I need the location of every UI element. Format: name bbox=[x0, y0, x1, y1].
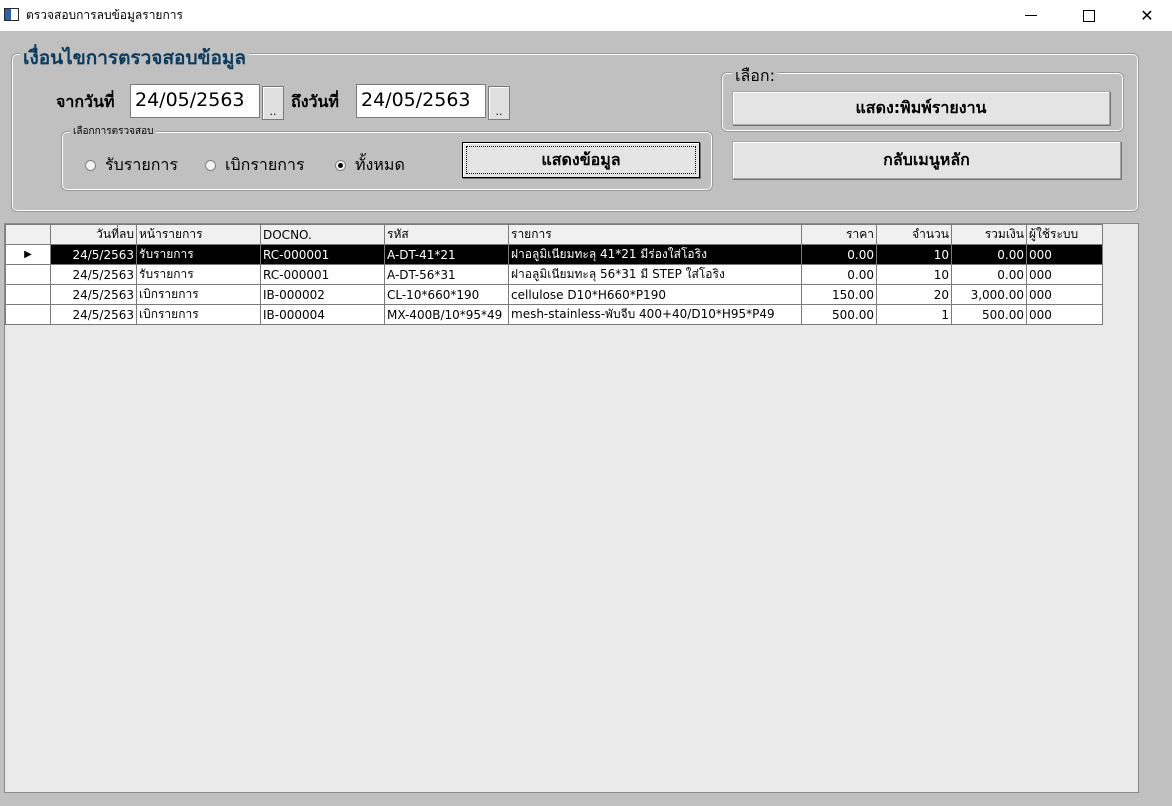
data-grid[interactable]: วันที่ลบ หน้ารายการ DOCNO. รหัส รายการ ร… bbox=[4, 223, 1139, 793]
column-header[interactable]: รวมเงิน bbox=[951, 224, 1027, 245]
cell-user[interactable]: 000 bbox=[1026, 284, 1103, 305]
maximize-icon bbox=[1083, 9, 1095, 22]
check-type-legend: เลือกการตรวจสอบ bbox=[70, 124, 157, 139]
main-menu-button[interactable]: กลับเมนูหลัก bbox=[732, 141, 1121, 179]
cell-item[interactable]: cellulose D10*H660*P190 bbox=[508, 284, 802, 305]
current-row-arrow-icon: ▶ bbox=[5, 244, 51, 265]
cell-date[interactable]: 24/5/2563 bbox=[50, 304, 137, 325]
column-header[interactable]: รายการ bbox=[508, 224, 802, 245]
cell-page[interactable]: เบิกรายการ bbox=[136, 304, 261, 325]
radio-dot-selected-icon bbox=[335, 160, 346, 171]
select-legend: เลือก: bbox=[732, 64, 778, 89]
minimize-icon bbox=[1025, 15, 1037, 16]
column-header[interactable]: ผู้ใช้ระบบ bbox=[1026, 224, 1103, 245]
cell-docno[interactable]: RC-000001 bbox=[260, 244, 385, 265]
maximize-button[interactable] bbox=[1067, 0, 1111, 31]
cell-total[interactable]: 0.00 bbox=[951, 244, 1027, 265]
cell-code[interactable]: CL-10*660*190 bbox=[384, 284, 509, 305]
cell-page[interactable]: เบิกรายการ bbox=[136, 284, 261, 305]
cell-total[interactable]: 0.00 bbox=[951, 264, 1027, 285]
cell-item[interactable]: mesh-stainless-พับจีบ 400+40/D10*H95*P49 bbox=[508, 304, 802, 325]
radio-dot-icon bbox=[85, 160, 96, 171]
to-date-picker-button[interactable]: .. bbox=[488, 86, 510, 120]
cell-user[interactable]: 000 bbox=[1026, 244, 1103, 265]
radio-all[interactable]: ทั้งหมด bbox=[335, 153, 405, 178]
radio-withdraw[interactable]: เบิกรายการ bbox=[205, 153, 305, 178]
cell-docno[interactable]: IB-000002 bbox=[260, 284, 385, 305]
table-row[interactable]: ▶ 24/5/2563 รับรายการ RC-000001 A-DT-41*… bbox=[5, 244, 1103, 265]
cell-price[interactable]: 0.00 bbox=[801, 264, 877, 285]
cell-item[interactable]: ฝาอลูมิเนียมทะลุ 41*21 มีร่องใส่โอริง bbox=[508, 244, 802, 265]
from-date-input[interactable]: 24/05/2563 bbox=[130, 84, 260, 118]
cell-user[interactable]: 000 bbox=[1026, 264, 1103, 285]
from-date-label: จากวันที่ bbox=[56, 92, 115, 111]
data-table: วันที่ลบ หน้ารายการ DOCNO. รหัส รายการ ร… bbox=[5, 224, 1103, 325]
cell-docno[interactable]: RC-000001 bbox=[260, 264, 385, 285]
close-icon: ✕ bbox=[1140, 6, 1154, 25]
title-bar: ตรวจสอบการลบข้อมูลรายการ ✕ bbox=[0, 0, 1172, 31]
column-header[interactable]: จำนวน bbox=[876, 224, 952, 245]
row-indicator[interactable] bbox=[5, 304, 51, 325]
column-header[interactable]: รหัส bbox=[384, 224, 509, 245]
print-report-button[interactable]: แสดง:พิมพ์รายงาน bbox=[732, 91, 1110, 125]
cell-qty[interactable]: 1 bbox=[876, 304, 952, 325]
cell-total[interactable]: 500.00 bbox=[951, 304, 1027, 325]
radio-receive[interactable]: รับรายการ bbox=[85, 153, 178, 178]
cell-user[interactable]: 000 bbox=[1026, 304, 1103, 325]
cell-page[interactable]: รับรายการ bbox=[136, 244, 261, 265]
to-date-input[interactable]: 24/05/2563 bbox=[356, 84, 486, 118]
column-header[interactable]: DOCNO. bbox=[260, 224, 385, 245]
cell-qty[interactable]: 10 bbox=[876, 244, 952, 265]
column-header[interactable]: ราคา bbox=[801, 224, 877, 245]
header-row: วันที่ลบ หน้ารายการ DOCNO. รหัส รายการ ร… bbox=[5, 224, 1103, 245]
radio-dot-icon bbox=[205, 160, 216, 171]
cell-qty[interactable]: 20 bbox=[876, 284, 952, 305]
cell-code[interactable]: A-DT-41*21 bbox=[384, 244, 509, 265]
cell-page[interactable]: รับรายการ bbox=[136, 264, 261, 285]
radio-receive-label: รับรายการ bbox=[105, 155, 178, 174]
row-indicator-header bbox=[5, 224, 51, 245]
column-header[interactable]: วันที่ลบ bbox=[50, 224, 137, 245]
cell-price[interactable]: 150.00 bbox=[801, 284, 877, 305]
cell-docno[interactable]: IB-000004 bbox=[260, 304, 385, 325]
radio-withdraw-label: เบิกรายการ bbox=[225, 155, 305, 174]
to-date-label: ถึงวันที่ bbox=[291, 92, 339, 111]
table-row[interactable]: 24/5/2563 รับรายการ RC-000001 A-DT-56*31… bbox=[5, 264, 1103, 285]
cell-total[interactable]: 3,000.00 bbox=[951, 284, 1027, 305]
cell-date[interactable]: 24/5/2563 bbox=[50, 264, 137, 285]
cell-price[interactable]: 500.00 bbox=[801, 304, 877, 325]
table-row[interactable]: 24/5/2563 เบิกรายการ IB-000004 MX-400B/1… bbox=[5, 304, 1103, 325]
cell-price[interactable]: 0.00 bbox=[801, 244, 877, 265]
cell-date[interactable]: 24/5/2563 bbox=[50, 284, 137, 305]
cell-qty[interactable]: 10 bbox=[876, 264, 952, 285]
minimize-button[interactable] bbox=[1009, 0, 1053, 31]
table-row[interactable]: 24/5/2563 เบิกรายการ IB-000002 CL-10*660… bbox=[5, 284, 1103, 305]
radio-all-label: ทั้งหมด bbox=[355, 155, 405, 174]
row-indicator[interactable] bbox=[5, 264, 51, 285]
cell-code[interactable]: MX-400B/10*95*49 bbox=[384, 304, 509, 325]
condition-legend: เงื่อนไขการตรวจสอบข้อมูล bbox=[20, 43, 250, 73]
cell-item[interactable]: ฝาอลูมิเนียมทะลุ 56*31 มี STEP ใส่โอริง bbox=[508, 264, 802, 285]
cell-code[interactable]: A-DT-56*31 bbox=[384, 264, 509, 285]
column-header[interactable]: หน้ารายการ bbox=[136, 224, 261, 245]
window-title: ตรวจสอบการลบข้อมูลรายการ bbox=[26, 8, 183, 22]
row-indicator[interactable] bbox=[5, 284, 51, 305]
close-button[interactable]: ✕ bbox=[1125, 0, 1169, 31]
cell-date[interactable]: 24/5/2563 bbox=[50, 244, 137, 265]
from-date-picker-button[interactable]: .. bbox=[262, 86, 284, 120]
app-icon bbox=[4, 8, 19, 21]
show-data-button[interactable]: แสดงข้อมูล bbox=[462, 142, 700, 178]
